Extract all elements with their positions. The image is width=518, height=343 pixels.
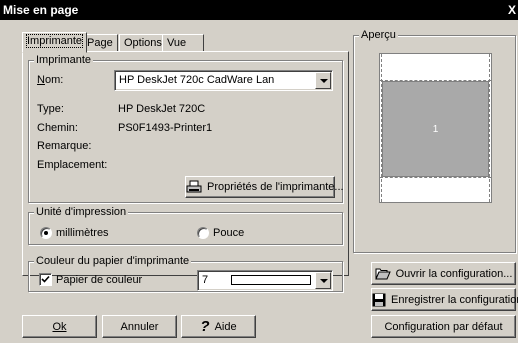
ok-label: Ok — [52, 320, 67, 333]
window-titlebar: Mise en page X — [0, 0, 518, 20]
help-label: Aide — [214, 320, 237, 333]
open-config-label: Ouvrir la configuration... — [395, 267, 513, 280]
right-margin-line — [489, 54, 490, 202]
printer-name-select[interactable]: HP DeskJet 720c CadWare Lan — [114, 70, 333, 91]
bottom-margin-line — [380, 177, 491, 178]
tab-vue[interactable]: Vue — [162, 34, 204, 52]
open-folder-icon — [374, 268, 391, 280]
ok-button[interactable]: Ok — [22, 315, 97, 338]
cancel-label: Annuler — [120, 320, 159, 333]
paper-color-group-title: Couleur du papier d'imprimante — [34, 255, 192, 268]
radio-pouce-label: Pouce — [213, 227, 245, 239]
colored-paper-checkbox[interactable] — [39, 273, 52, 286]
close-icon[interactable]: X — [506, 0, 518, 20]
printer-path-value: PS0F1493-Printer1 — [118, 122, 213, 134]
printer-path-label: Chemin: — [37, 122, 78, 134]
tab-imprimante[interactable]: Imprimante — [22, 32, 88, 53]
default-config-label: Configuration par défaut — [384, 320, 503, 333]
help-button[interactable]: ? Aide — [181, 315, 256, 338]
printer-name-value: HP DeskJet 720c CadWare Lan — [119, 74, 275, 86]
cancel-button[interactable]: Annuler — [102, 315, 177, 338]
paper-color-value: 7 — [202, 274, 209, 286]
units-group-title: Unité d'impression — [34, 206, 129, 219]
printer-name-label: Nom: — [37, 74, 64, 86]
printer-remark-label: Remarque: — [37, 140, 92, 152]
preview-page: 1 — [379, 53, 492, 203]
open-config-button[interactable]: Ouvrir la configuration... — [371, 262, 516, 285]
tab-label: Page — [87, 37, 113, 49]
printer-group-title: Imprimante — [34, 54, 94, 67]
colored-paper-label: Papier de couleur — [56, 274, 143, 286]
paper-color-select[interactable]: 7 — [197, 270, 333, 291]
save-config-label: Enregistrer la configuration... — [391, 293, 518, 306]
radio-millimetres[interactable] — [40, 227, 52, 239]
chevron-down-icon[interactable] — [315, 72, 331, 89]
printer-type-label: Type: — [37, 103, 64, 115]
floppy-disk-icon — [372, 293, 386, 306]
preview-print-area: 1 — [382, 81, 489, 177]
window-title: Mise en page — [3, 3, 79, 17]
preview-page-number: 1 — [432, 124, 439, 135]
paper-color-swatch — [231, 275, 311, 285]
tab-label: Imprimante — [25, 34, 84, 48]
preview-title: Aperçu — [359, 29, 398, 42]
help-question-icon: ? — [200, 318, 210, 335]
printer-location-label: Emplacement: — [37, 159, 108, 171]
default-config-button[interactable]: Configuration par défaut — [371, 315, 516, 338]
radio-pouce[interactable] — [197, 227, 209, 239]
tab-options[interactable]: Options — [119, 34, 167, 52]
tab-label: Vue — [167, 37, 187, 49]
chevron-down-icon[interactable] — [315, 272, 331, 289]
radio-millimetres-label: millimètres — [56, 227, 109, 239]
printer-type-value: HP DeskJet 720C — [118, 103, 206, 115]
printer-icon — [186, 180, 202, 193]
printer-properties-label: Propriétés de l'imprimante... — [207, 181, 344, 193]
tab-page[interactable]: Page — [82, 34, 118, 52]
checkmark-icon — [41, 275, 50, 283]
save-config-button[interactable]: Enregistrer la configuration... — [371, 288, 518, 311]
tab-label: Options — [124, 37, 162, 49]
printer-properties-button[interactable]: Propriétés de l'imprimante... — [185, 176, 344, 198]
